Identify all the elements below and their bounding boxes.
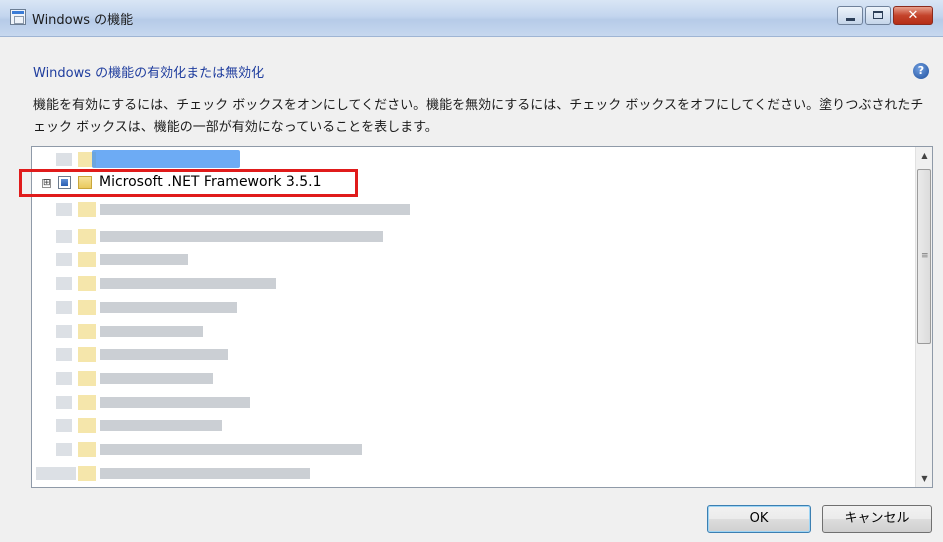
- windows-features-app-icon: [10, 9, 26, 25]
- folder-icon: [78, 252, 96, 267]
- list-item[interactable]: [32, 273, 912, 295]
- scroll-up-arrow-icon[interactable]: ▲: [916, 147, 932, 164]
- dialog-heading: Windows の機能の有効化または無効化: [33, 66, 265, 81]
- scroll-grip-icon: ≡: [921, 251, 929, 261]
- blurred-label: [100, 278, 276, 289]
- list-item[interactable]: [32, 199, 912, 221]
- blurred-label: [100, 302, 237, 313]
- cancel-button[interactable]: キャンセル: [822, 505, 932, 533]
- feature-checkbox[interactable]: [56, 301, 72, 314]
- list-item[interactable]: [32, 439, 912, 461]
- folder-icon: [78, 347, 96, 362]
- folder-icon: [78, 442, 96, 457]
- list-item[interactable]: [32, 226, 912, 248]
- blurred-label: [100, 254, 188, 265]
- blurred-label: [100, 326, 203, 337]
- window-title: Windows の機能: [32, 13, 134, 28]
- help-icon[interactable]: ?: [913, 63, 929, 79]
- feature-checkbox[interactable]: [56, 443, 72, 456]
- folder-icon: [78, 202, 96, 217]
- feature-checkbox[interactable]: [56, 253, 72, 266]
- maximize-button[interactable]: [865, 6, 891, 25]
- blurred-label: [100, 204, 410, 215]
- blurred-label: [100, 444, 362, 455]
- list-item[interactable]: [32, 249, 912, 271]
- blurred-label: [100, 373, 213, 384]
- folder-icon: [78, 418, 96, 433]
- minimize-button[interactable]: [837, 6, 863, 25]
- title-bar[interactable]: Windows の機能 ✕: [0, 0, 943, 37]
- folder-icon: [78, 324, 96, 339]
- feature-checkbox[interactable]: [56, 153, 72, 166]
- folder-icon: [78, 395, 96, 410]
- instructions-text: 機能を有効にするには、チェック ボックスをオンにしてください。機能を無効にするに…: [33, 98, 924, 135]
- feature-checkbox[interactable]: [56, 419, 72, 432]
- list-item[interactable]: [32, 392, 912, 414]
- feature-checkbox[interactable]: [56, 372, 72, 385]
- blurred-label: [100, 468, 310, 479]
- blurred-label: [100, 397, 250, 408]
- folder-icon: [78, 229, 96, 244]
- caption-buttons: ✕: [835, 6, 933, 26]
- scroll-down-arrow-icon[interactable]: ▼: [916, 470, 932, 487]
- feature-checkbox[interactable]: [56, 396, 72, 409]
- feature-checkbox[interactable]: [56, 230, 72, 243]
- blurred-label: [100, 349, 228, 360]
- vertical-scrollbar[interactable]: ▲ ≡ ▼: [915, 147, 932, 487]
- list-item[interactable]: [32, 297, 912, 319]
- feature-checkbox[interactable]: [56, 348, 72, 361]
- close-button[interactable]: ✕: [893, 6, 933, 25]
- highlight-annotation-box: [19, 169, 358, 197]
- selected-item-highlight: [92, 150, 240, 168]
- list-item[interactable]: [32, 463, 912, 485]
- list-item[interactable]: [32, 149, 912, 171]
- windows-features-dialog: Windows の機能 ✕ Windows の機能の有効化または無効化 ? 機能…: [0, 0, 943, 542]
- list-item[interactable]: [32, 368, 912, 390]
- feature-checkbox[interactable]: [56, 203, 72, 216]
- feature-checkbox[interactable]: [56, 325, 72, 338]
- scrollbar-thumb[interactable]: ≡: [917, 169, 931, 344]
- folder-icon: [78, 371, 96, 386]
- ok-button[interactable]: OK: [707, 505, 811, 533]
- list-item[interactable]: [32, 415, 912, 437]
- folder-icon: [78, 276, 96, 291]
- features-tree[interactable]: ⊞ Microsoft .NET Framework 3.5.1 ▲ ≡ ▼: [31, 146, 933, 488]
- feature-checkbox[interactable]: [36, 467, 76, 480]
- folder-icon: [78, 466, 96, 481]
- feature-checkbox[interactable]: [56, 277, 72, 290]
- blurred-label: [100, 231, 383, 242]
- list-item[interactable]: [32, 344, 912, 366]
- list-item[interactable]: [32, 321, 912, 343]
- folder-icon: [78, 300, 96, 315]
- blurred-label: [100, 420, 222, 431]
